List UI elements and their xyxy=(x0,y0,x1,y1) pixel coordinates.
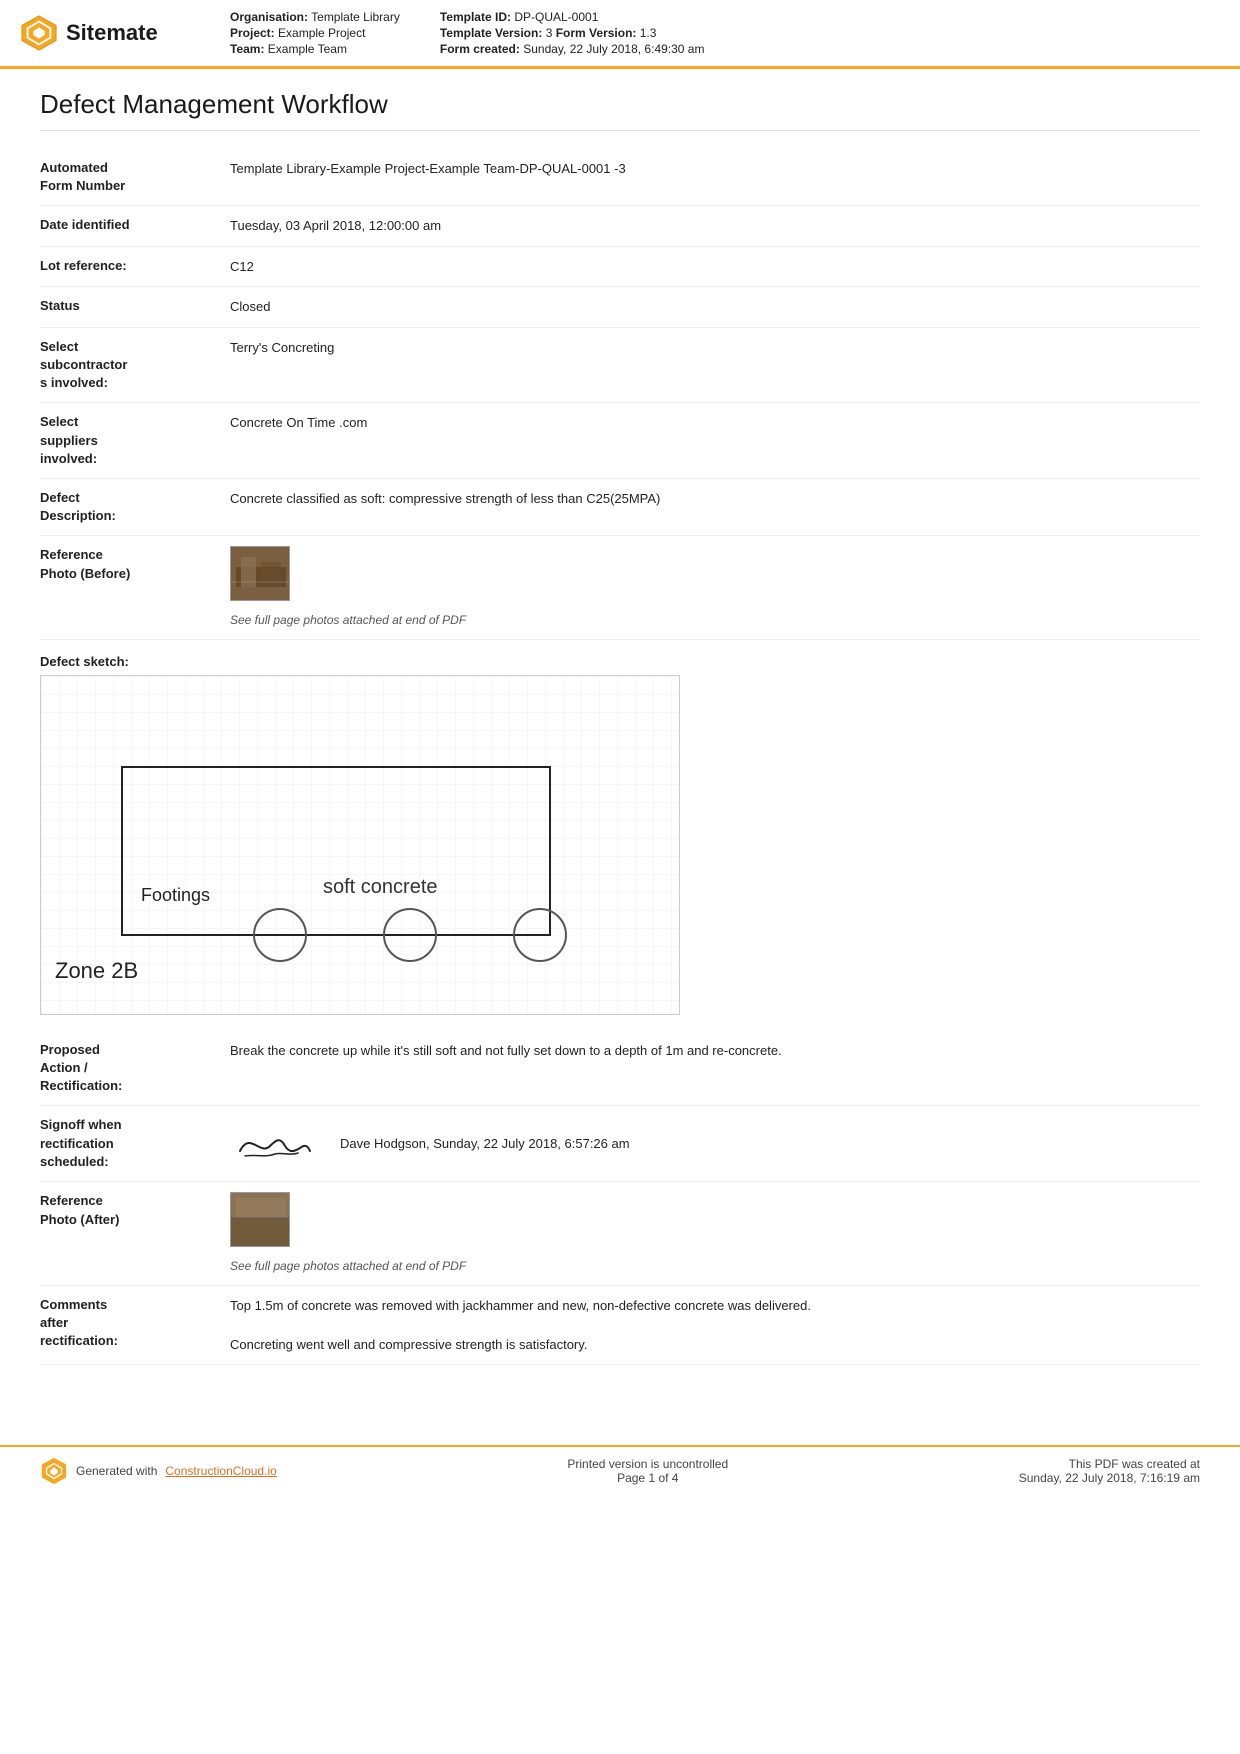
field-value-date: Tuesday, 03 April 2018, 12:00:00 am xyxy=(230,216,1200,236)
sketch-footing-label: Footings xyxy=(141,885,210,906)
field-label-signoff: Signoff whenrectificationscheduled: xyxy=(40,1116,230,1171)
footer-logo-icon xyxy=(40,1457,68,1485)
field-label-subcontractors: Selectsubcontractors involved: xyxy=(40,338,230,393)
signature-area: Dave Hodgson, Sunday, 22 July 2018, 6:57… xyxy=(230,1116,1200,1171)
field-automated-form-number: AutomatedForm Number Template Library-Ex… xyxy=(40,149,1200,206)
sketch-circle-2 xyxy=(383,908,437,962)
field-label-date: Date identified xyxy=(40,216,230,236)
field-value-proposed-action: Break the concrete up while it's still s… xyxy=(230,1041,1200,1096)
page-header: Sitemate Organisation: Template Library … xyxy=(0,0,1240,69)
footer-page-text: Page 1 of 4 xyxy=(567,1471,728,1485)
footer-center: Printed version is uncontrolled Page 1 o… xyxy=(567,1457,728,1485)
footer-pdf-created-label: This PDF was created at xyxy=(1019,1457,1200,1471)
field-status: Status Closed xyxy=(40,287,1200,328)
document-title: Defect Management Workflow xyxy=(40,89,1200,131)
field-reference-photo-after: ReferencePhoto (After) See full page pho… xyxy=(40,1182,1200,1286)
sketch-circle-1 xyxy=(253,908,307,962)
field-select-suppliers: Selectsuppliersinvolved: Concrete On Tim… xyxy=(40,403,1200,479)
page-footer: Generated with ConstructionCloud.io Prin… xyxy=(0,1445,1240,1495)
team-row: Team: Example Team xyxy=(230,42,400,56)
field-label-automated: AutomatedForm Number xyxy=(40,159,230,195)
field-value-automated: Template Library-Example Project-Example… xyxy=(230,159,1200,195)
field-value-status: Closed xyxy=(230,297,1200,317)
field-label-lot: Lot reference: xyxy=(40,257,230,277)
footer-right: This PDF was created at Sunday, 22 July … xyxy=(1019,1457,1200,1485)
footer-generated-text: Generated with xyxy=(76,1464,157,1478)
field-value-defect: Concrete classified as soft: compressive… xyxy=(230,489,1200,525)
field-value-comments: Top 1.5m of concrete was removed with ja… xyxy=(230,1296,1200,1355)
field-label-proposed-action: ProposedAction /Rectification: xyxy=(40,1041,230,1096)
field-value-lot: C12 xyxy=(230,257,1200,277)
header-meta-right: Template ID: DP-QUAL-0001 Template Versi… xyxy=(440,10,705,56)
logo-area: Sitemate xyxy=(20,10,180,56)
photo-thumb-after-img xyxy=(231,1193,289,1246)
footer-link[interactable]: ConstructionCloud.io xyxy=(165,1464,276,1478)
comments-line-2: Concreting went well and compressive str… xyxy=(230,1335,1200,1355)
field-value-ref-photo-after: See full page photos attached at end of … xyxy=(230,1192,1200,1275)
field-comments: Commentsafterrectification: Top 1.5m of … xyxy=(40,1286,1200,1366)
org-row: Organisation: Template Library xyxy=(230,10,400,24)
field-label-suppliers: Selectsuppliersinvolved: xyxy=(40,413,230,468)
field-label-status: Status xyxy=(40,297,230,317)
field-defect-description: DefectDescription: Concrete classified a… xyxy=(40,479,1200,536)
template-id-row: Template ID: DP-QUAL-0001 xyxy=(440,10,705,24)
signature-image xyxy=(230,1116,320,1171)
sitemate-logo-icon xyxy=(20,14,58,52)
field-lot-reference: Lot reference: C12 xyxy=(40,247,1200,288)
field-label-ref-photo-before: ReferencePhoto (Before) xyxy=(40,546,230,629)
header-metadata: Organisation: Template Library Project: … xyxy=(200,10,1220,56)
sketch-inner-box: soft concrete Footings xyxy=(121,766,551,936)
sketch-zone-label: Zone 2B xyxy=(55,958,138,984)
signature-name-text: Dave Hodgson, Sunday, 22 July 2018, 6:57… xyxy=(340,1134,630,1154)
photo-thumb-before-img xyxy=(231,547,289,600)
field-label-comments: Commentsafterrectification: xyxy=(40,1296,230,1355)
form-created-row: Form created: Sunday, 22 July 2018, 6:49… xyxy=(440,42,705,56)
comments-line-1: Top 1.5m of concrete was removed with ja… xyxy=(230,1296,1200,1316)
template-version-row: Template Version: 3 Form Version: 1.3 xyxy=(440,26,705,40)
sketch-soft-concrete-label: soft concrete xyxy=(323,876,438,899)
footer-uncontrolled-text: Printed version is uncontrolled xyxy=(567,1457,728,1471)
sketch-circle-3 xyxy=(513,908,567,962)
page-body: Defect Management Workflow AutomatedForm… xyxy=(0,69,1240,1405)
field-value-suppliers: Concrete On Time .com xyxy=(230,413,1200,468)
header-meta-left: Organisation: Template Library Project: … xyxy=(230,10,400,56)
field-value-ref-photo-before: See full page photos attached at end of … xyxy=(230,546,1200,629)
field-value-signoff: Dave Hodgson, Sunday, 22 July 2018, 6:57… xyxy=(230,1116,1200,1171)
field-value-subcontractors: Terry's Concreting xyxy=(230,338,1200,393)
photo-thumb-after xyxy=(230,1192,290,1247)
field-label-defect: DefectDescription: xyxy=(40,489,230,525)
field-proposed-action: ProposedAction /Rectification: Break the… xyxy=(40,1031,1200,1107)
photo-caption-before: See full page photos attached at end of … xyxy=(230,611,1200,629)
footer-left: Generated with ConstructionCloud.io xyxy=(40,1457,277,1485)
project-row: Project: Example Project xyxy=(230,26,400,40)
field-select-subcontractors: Selectsubcontractors involved: Terry's C… xyxy=(40,328,1200,404)
photo-caption-after: See full page photos attached at end of … xyxy=(230,1257,1200,1275)
field-reference-photo-before: ReferencePhoto (Before) See full page ph… xyxy=(40,536,1200,640)
logo-text: Sitemate xyxy=(66,20,158,46)
footer-pdf-created-date: Sunday, 22 July 2018, 7:16:19 am xyxy=(1019,1471,1200,1485)
sketch-label: Defect sketch: xyxy=(40,654,1200,669)
photo-thumb-before xyxy=(230,546,290,601)
field-date-identified: Date identified Tuesday, 03 April 2018, … xyxy=(40,206,1200,247)
field-label-ref-photo-after: ReferencePhoto (After) xyxy=(40,1192,230,1275)
field-signoff: Signoff whenrectificationscheduled: Dave… xyxy=(40,1106,1200,1182)
sketch-section: Defect sketch: soft concrete Footings xyxy=(40,654,1200,1015)
sketch-canvas: soft concrete Footings Zone 2B xyxy=(40,675,680,1015)
